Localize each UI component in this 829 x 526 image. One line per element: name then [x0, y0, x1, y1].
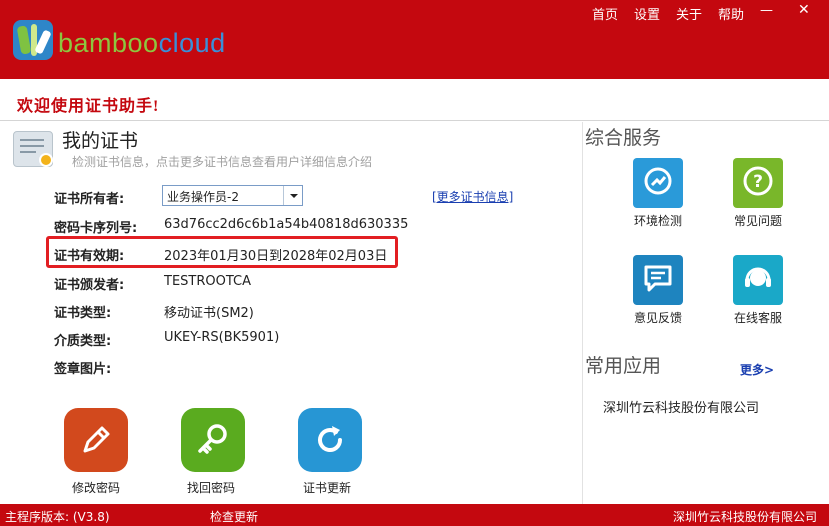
pencil-icon: [64, 408, 128, 472]
faq-label: 常见问题: [733, 214, 782, 228]
apps-title: 常用应用: [585, 355, 662, 377]
serial-label: 密码卡序列号:: [54, 221, 138, 236]
validity-label: 证书有效期:: [54, 249, 125, 264]
faq-button[interactable]: ?: [733, 158, 783, 208]
minimize-button[interactable]: —: [760, 3, 773, 18]
menu-settings[interactable]: 设置: [634, 4, 660, 23]
media-type-label: 介质类型:: [54, 334, 112, 349]
env-check-label: 环境检测: [633, 214, 682, 228]
section-title: 我的证书: [62, 130, 139, 152]
more-cert-info-link[interactable]: [更多证书信息]: [432, 188, 513, 205]
owner-select[interactable]: 业务操作员-2: [162, 185, 303, 206]
env-check-button[interactable]: [633, 158, 683, 208]
online-support-button[interactable]: [733, 255, 783, 305]
refresh-icon: [298, 408, 362, 472]
bamboo-logo-icon: [13, 20, 53, 60]
owner-select-value: 业务操作员-2: [167, 190, 239, 204]
svg-text:?: ?: [753, 172, 763, 192]
change-password-button[interactable]: [64, 408, 128, 472]
headset-icon: [741, 261, 775, 299]
owner-label: 证书所有者:: [54, 192, 125, 207]
footer-company: 深圳竹云科技股份有限公司: [672, 510, 817, 524]
question-icon: ?: [742, 165, 774, 201]
section-description: 检测证书信息，点击更多证书信息查看用户详细信息介绍: [72, 155, 373, 169]
cert-type-value: 移动证书(SM2): [164, 306, 254, 321]
seal-image-label: 签章图片:: [54, 362, 112, 377]
brand-logo: bamboocloud: [58, 28, 226, 58]
title-bar: bamboocloud 首页 设置 关于 帮助 — ✕: [0, 0, 829, 79]
feedback-button[interactable]: [633, 255, 683, 305]
recover-password-button[interactable]: [181, 408, 245, 472]
welcome-text: 欢迎使用证书助手!: [17, 98, 160, 115]
cert-update-button[interactable]: [298, 408, 362, 472]
top-menu: 首页 设置 关于 帮助: [592, 4, 744, 23]
menu-help[interactable]: 帮助: [718, 4, 744, 23]
app-company-link[interactable]: 深圳竹云科技股份有限公司: [603, 397, 759, 416]
certificate-icon: [13, 129, 57, 171]
services-panel: 综合服务 环境检测 ? 常见问题 意见反馈 在线客服 常用应用 更多> 深圳竹云…: [582, 122, 829, 504]
cert-update-label: 证书更新: [302, 481, 351, 495]
menu-home[interactable]: 首页: [592, 4, 618, 23]
menu-about[interactable]: 关于: [676, 4, 702, 23]
services-title: 综合服务: [585, 127, 662, 149]
check-update-link[interactable]: 检查更新: [210, 508, 258, 525]
version-text: 主程序版本: (V3.8): [5, 510, 110, 524]
close-button[interactable]: ✕: [798, 2, 810, 18]
issuer-value: TESTROOTCA: [164, 274, 251, 289]
change-password-label: 修改密码: [71, 481, 120, 495]
my-cert-panel: 我的证书 检测证书信息，点击更多证书信息查看用户详细信息介绍 证书所有者: 业务…: [0, 122, 582, 504]
validity-value: 2023年01月30日到2028年02月03日: [164, 249, 388, 264]
serial-value: 63d76cc2d6c6b1a54b40818d630335: [164, 217, 409, 232]
welcome-bar: 欢迎使用证书助手!: [0, 79, 829, 121]
more-apps-link[interactable]: 更多>: [740, 361, 774, 378]
issuer-label: 证书颁发者:: [54, 278, 125, 293]
feedback-label: 意见反馈: [633, 311, 682, 325]
cert-type-label: 证书类型:: [54, 306, 112, 321]
status-bar: 主程序版本: (V3.8) 检查更新 深圳竹云科技股份有限公司: [0, 504, 829, 526]
recover-password-label: 找回密码: [186, 481, 235, 495]
gauge-icon: [643, 166, 673, 200]
chevron-down-icon[interactable]: [283, 186, 302, 205]
chat-icon: [642, 262, 674, 298]
online-support-label: 在线客服: [733, 311, 782, 325]
key-icon: [181, 408, 245, 472]
media-type-value: UKEY-RS(BK5901): [164, 330, 280, 345]
